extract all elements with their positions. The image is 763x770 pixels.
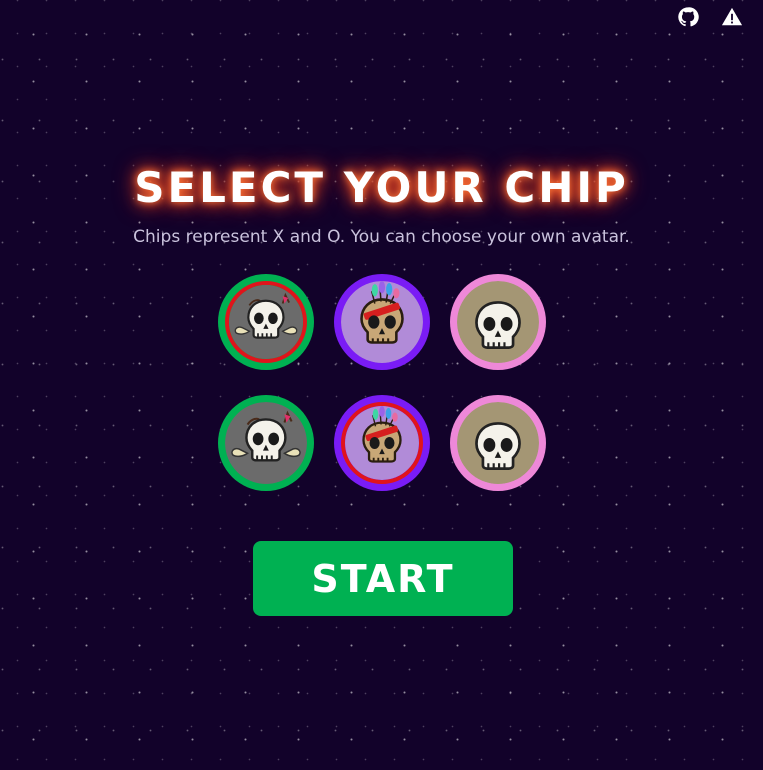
feather-skull-avatar <box>340 281 423 363</box>
feather-skull-icon <box>344 406 419 480</box>
winged-skull-icon <box>224 402 307 484</box>
github-icon[interactable] <box>677 6 699 28</box>
page-title: SELECT YOUR CHIP <box>134 163 629 212</box>
chip-feather-skull[interactable] <box>333 395 430 491</box>
winged-skull-avatar <box>224 281 307 363</box>
plain-skull-icon <box>456 281 539 363</box>
chip-plain-skull[interactable] <box>449 274 546 370</box>
winged-skull-avatar <box>224 402 307 484</box>
chip-row-1 <box>0 274 763 370</box>
warning-icon[interactable] <box>721 6 743 28</box>
feather-skull-avatar <box>340 402 423 484</box>
header-icons <box>677 6 743 28</box>
chip-winged-skull[interactable] <box>217 395 314 491</box>
start-button[interactable]: START <box>253 541 513 616</box>
plain-skull-avatar <box>456 281 539 363</box>
page-subtitle: Chips represent X and O. You can choose … <box>133 227 630 247</box>
plain-skull-avatar <box>456 402 539 484</box>
feather-skull-icon <box>340 281 423 363</box>
plain-skull-icon <box>456 402 539 484</box>
chip-winged-skull[interactable] <box>217 274 314 370</box>
chip-plain-skull[interactable] <box>449 395 546 491</box>
chip-row-2 <box>0 395 763 491</box>
chip-feather-skull[interactable] <box>333 274 430 370</box>
winged-skull-icon <box>228 285 303 359</box>
